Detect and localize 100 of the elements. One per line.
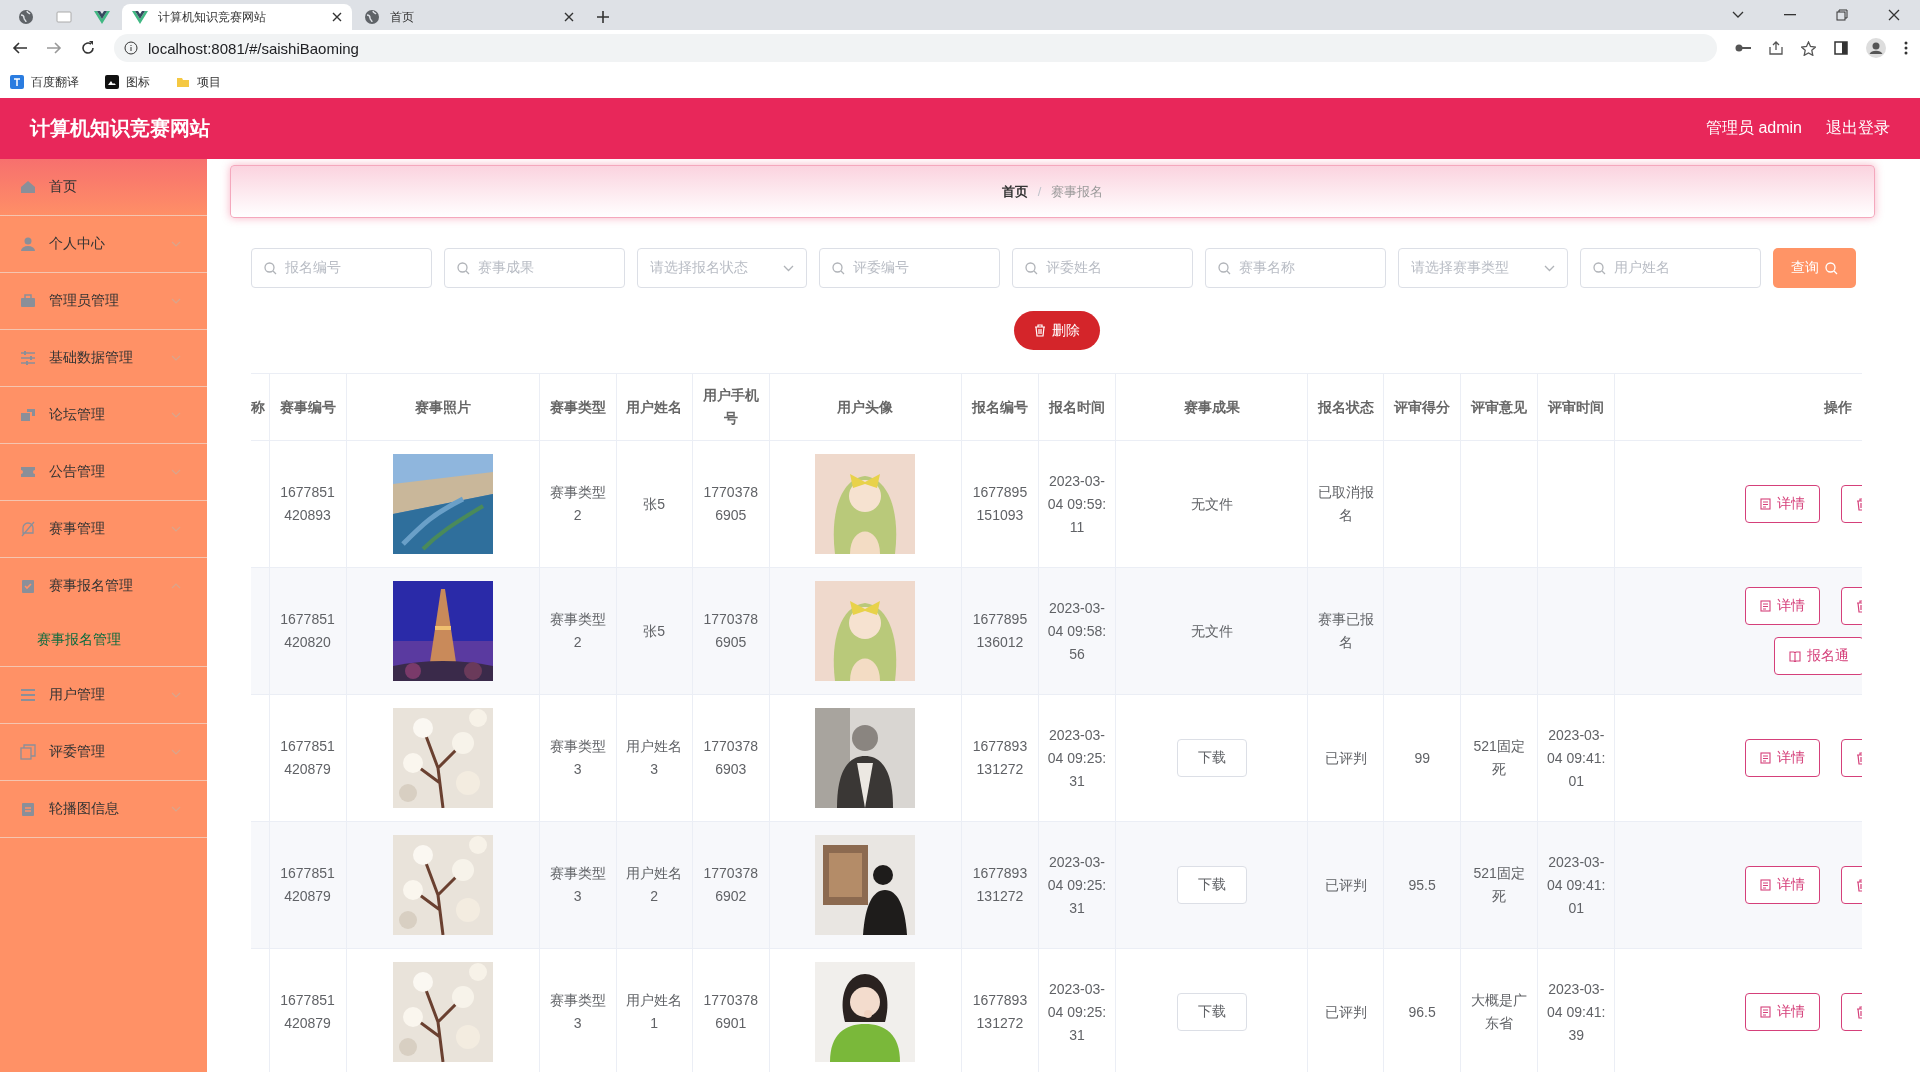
detail-button[interactable]: 详情: [1745, 866, 1821, 904]
table-cell: 521固定死: [1473, 865, 1525, 904]
translate-icon: [10, 75, 24, 89]
sidebar-item[interactable]: 基础数据管理: [0, 330, 207, 387]
table-cell: 1677893131272: [972, 992, 1028, 1031]
table-cell: 2023-03-04 09:25:31: [1047, 726, 1107, 789]
column-header: 评审得分: [1394, 399, 1451, 415]
column-header: 用户头像: [837, 399, 894, 415]
table-cell: 1677851420820: [280, 611, 335, 650]
table-cell: 张5: [643, 495, 666, 512]
forward-icon[interactable]: [46, 40, 62, 56]
globe-icon: [364, 9, 380, 25]
table-cell: 用户姓名3: [626, 738, 683, 777]
table-cell: 1677895136012: [972, 611, 1028, 650]
sidebar-item[interactable]: 赛事报名管理: [0, 558, 207, 614]
approve-button[interactable]: 报名通: [1774, 637, 1862, 675]
bookmark[interactable]: 百度翻译: [10, 73, 79, 91]
v-logo-icon: [132, 9, 148, 25]
chat-icon: [20, 407, 36, 423]
sidebar-subitem[interactable]: 赛事报名管理: [0, 614, 207, 666]
info-icon: [124, 41, 138, 55]
close-icon[interactable]: [564, 12, 574, 22]
table-cell: 521固定死: [1473, 738, 1525, 777]
logout-link[interactable]: 退出登录: [1826, 118, 1890, 139]
table-cell: 赛事类型3: [549, 992, 606, 1031]
table-cell: 已评判: [1324, 876, 1367, 893]
sidebar-item[interactable]: 赛事管理: [0, 501, 207, 558]
delete-button[interactable]: 删除: [1013, 311, 1100, 350]
sidebar-item[interactable]: 管理员管理: [0, 273, 207, 330]
minimize-icon[interactable]: [1784, 14, 1796, 16]
column-header: 赛事成果: [1183, 399, 1240, 415]
table-cell: 95.5: [1408, 876, 1436, 893]
table-cell: 用户姓名2: [626, 865, 683, 904]
browser-tab[interactable]: 计算机知识竞赛网站: [122, 4, 352, 30]
globe-icon: [18, 9, 34, 25]
sidebar-item[interactable]: 个人中心: [0, 216, 207, 273]
breadcrumb-link[interactable]: 首页: [1001, 182, 1028, 201]
table-cell: 2023-03-04 09:58:56: [1047, 599, 1107, 662]
table-cell: 17703786903: [703, 738, 759, 777]
share-icon[interactable]: [1769, 41, 1783, 55]
download-button[interactable]: 下载: [1176, 739, 1247, 777]
column-header: 赛事编号: [279, 399, 336, 415]
column-header: 报名时间: [1048, 399, 1105, 415]
bookmark[interactable]: 项目: [176, 73, 221, 91]
sidebar-item[interactable]: 公告管理: [0, 444, 207, 501]
chevron-down-icon[interactable]: [1732, 11, 1744, 19]
user-icon: [20, 236, 36, 252]
bookmark[interactable]: 图标: [105, 73, 150, 91]
image-icon: [105, 75, 119, 89]
chevron-down-icon: [1544, 264, 1555, 272]
sliders-icon: [20, 350, 36, 366]
document-icon: [1760, 498, 1772, 510]
folder-icon: [176, 75, 190, 89]
column-header: 评审意见: [1471, 399, 1528, 415]
close-icon[interactable]: [332, 12, 342, 22]
table-cell: 无文件: [1190, 622, 1233, 639]
document-icon: [1760, 752, 1772, 764]
detail-button[interactable]: 详情: [1745, 485, 1821, 523]
table-cell: 用户姓名1: [626, 992, 683, 1031]
sidebar-item[interactable]: 用户管理: [0, 667, 207, 724]
restore-icon[interactable]: [1836, 9, 1848, 21]
document-icon: [1760, 600, 1772, 612]
browser-tab[interactable]: 首页: [354, 4, 584, 30]
table-cell: 1677893131272: [972, 738, 1028, 777]
detail-button[interactable]: 详情: [1745, 739, 1821, 777]
column-header: 赛事照片: [414, 399, 471, 415]
search-icon: [1593, 261, 1606, 275]
search-icon: [264, 261, 277, 275]
column-header: 报名状态: [1317, 399, 1374, 415]
column-header: 称: [251, 399, 265, 415]
key-icon[interactable]: [1735, 43, 1751, 53]
reload-icon[interactable]: [80, 40, 96, 56]
bell-off-icon: [20, 521, 36, 537]
sidebar-item[interactable]: 评委管理: [0, 724, 207, 781]
download-button[interactable]: 下载: [1176, 993, 1247, 1031]
document-icon: [1760, 879, 1772, 891]
table-cell: 2023-03-04 09:25:31: [1047, 980, 1107, 1043]
close-icon[interactable]: [1888, 9, 1900, 21]
table-cell: 赛事类型3: [549, 865, 606, 904]
column-header: 用户手机号: [702, 388, 759, 426]
table-cell: 赛事类型2: [549, 484, 606, 523]
table-cell: 2023-03-04 09:59:11: [1047, 472, 1107, 535]
table-cell: 1677851420879: [280, 865, 335, 904]
profile-icon[interactable]: [1866, 38, 1886, 58]
table-cell: 已评判: [1324, 1003, 1367, 1020]
sidebar-item[interactable]: 论坛管理: [0, 387, 207, 444]
address-bar[interactable]: localhost:8081/#/saishiBaoming: [114, 34, 1717, 62]
sidebar-item[interactable]: 轮播图信息: [0, 781, 207, 838]
table-cell: 99: [1414, 749, 1430, 766]
side-panel-icon[interactable]: [1834, 41, 1848, 55]
column-header: 评审时间: [1548, 399, 1605, 415]
detail-button[interactable]: 详情: [1745, 993, 1821, 1031]
table-cell: 1677893131272: [972, 865, 1028, 904]
menu-icon[interactable]: [1904, 41, 1908, 55]
star-icon[interactable]: [1801, 40, 1816, 56]
back-icon[interactable]: [12, 40, 28, 56]
download-button[interactable]: 下载: [1176, 866, 1247, 904]
detail-button[interactable]: 详情: [1745, 587, 1821, 625]
table-cell: 2023-03-04 09:41:01: [1547, 853, 1606, 916]
sidebar-item[interactable]: 首页: [0, 159, 207, 216]
